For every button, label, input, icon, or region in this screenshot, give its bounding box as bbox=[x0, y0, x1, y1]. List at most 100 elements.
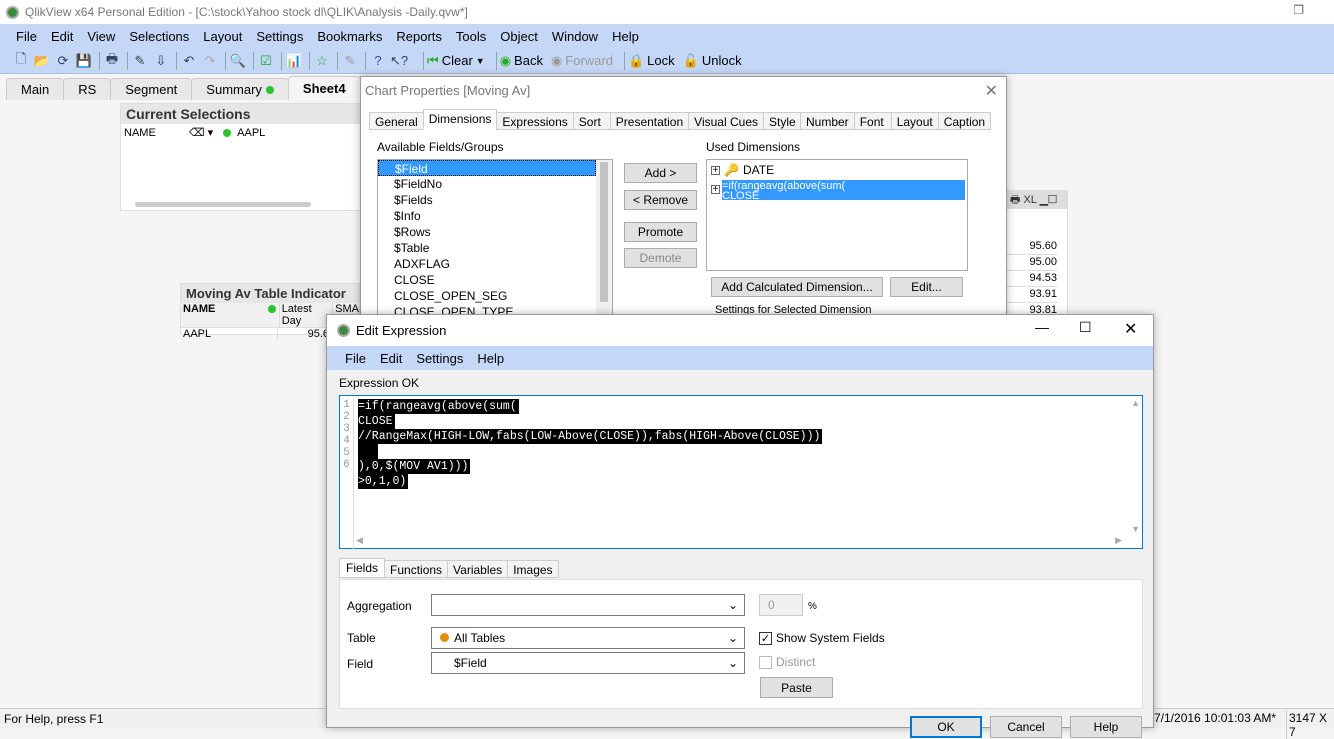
redo-icon[interactable]: ↷ bbox=[201, 52, 219, 70]
list-item[interactable]: $FieldNo bbox=[378, 176, 612, 192]
tab-dimensions[interactable]: Dimensions bbox=[422, 109, 498, 130]
menu-tools[interactable]: Tools bbox=[456, 29, 486, 44]
promote-button[interactable]: Promote bbox=[624, 222, 697, 242]
open-icon[interactable]: 📂 bbox=[33, 52, 51, 70]
tab-images[interactable]: Images bbox=[507, 560, 559, 578]
eraser-icon[interactable]: ⌫ ▾ bbox=[189, 126, 213, 139]
tab-summary[interactable]: Summary bbox=[191, 78, 289, 100]
paste-button[interactable]: Paste bbox=[760, 677, 833, 698]
tab-sort[interactable]: Sort bbox=[572, 112, 611, 130]
menu-help[interactable]: Help bbox=[477, 351, 504, 366]
tab-fields[interactable]: Fields bbox=[339, 558, 386, 578]
reload-icon[interactable]: ⟳ bbox=[54, 52, 72, 70]
tab-functions[interactable]: Functions bbox=[384, 560, 449, 578]
tab-variables[interactable]: Variables bbox=[447, 560, 509, 578]
new-icon[interactable]: 🗋 bbox=[12, 51, 30, 70]
show-system-fields-checkbox[interactable]: ✓ Show System Fields bbox=[759, 631, 885, 645]
save-icon[interactable]: 💾 bbox=[75, 52, 93, 70]
tab-main[interactable]: Main bbox=[6, 78, 65, 100]
count-input[interactable]: 0 bbox=[759, 594, 803, 616]
list-item[interactable]: ADXFLAG bbox=[378, 256, 612, 272]
dimension-item-date[interactable]: + 🔑 DATE bbox=[707, 160, 967, 180]
list-item[interactable]: $Rows bbox=[378, 224, 612, 240]
chart-icon[interactable]: 📊 bbox=[285, 52, 303, 70]
tab-rs[interactable]: RS bbox=[63, 78, 112, 100]
add-button[interactable]: Add > bbox=[624, 163, 697, 183]
ok-button[interactable]: OK bbox=[910, 716, 982, 738]
menu-layout[interactable]: Layout bbox=[203, 29, 242, 44]
menu-settings[interactable]: Settings bbox=[416, 351, 463, 366]
help-icon[interactable]: ? bbox=[369, 52, 387, 70]
clear-button[interactable]: ⏮ Clear ▼ bbox=[427, 53, 485, 69]
vertical-scrollbar[interactable] bbox=[596, 160, 612, 318]
context-help-icon[interactable]: ↖? bbox=[390, 52, 408, 70]
tab-visual-cues[interactable]: Visual Cues bbox=[688, 112, 764, 130]
maximize-icon[interactable]: ☐ bbox=[1079, 319, 1092, 336]
close-icon[interactable]: ✕ bbox=[1124, 319, 1137, 339]
minimize-icon[interactable]: ▁ bbox=[1040, 194, 1048, 206]
maximize-icon[interactable]: ☐ bbox=[1048, 194, 1057, 206]
forward-button[interactable]: ◉ Forward bbox=[551, 53, 613, 69]
list-item[interactable]: $Field bbox=[378, 160, 596, 176]
tab-presentation[interactable]: Presentation bbox=[609, 112, 690, 130]
help-button[interactable]: Help bbox=[1070, 716, 1142, 738]
tab-general[interactable]: General bbox=[369, 112, 424, 130]
field-select[interactable]: $Field ⌄ bbox=[431, 652, 745, 674]
expand-icon[interactable]: + bbox=[711, 185, 720, 195]
menu-view[interactable]: View bbox=[87, 29, 115, 44]
horizontal-scrollbar[interactable] bbox=[135, 202, 311, 207]
tab-layout[interactable]: Layout bbox=[890, 112, 939, 130]
list-item[interactable]: CLOSE bbox=[378, 272, 612, 288]
list-item[interactable]: CLOSE_OPEN_SEG bbox=[378, 288, 612, 304]
menu-selections[interactable]: Selections bbox=[129, 29, 189, 44]
tab-segment[interactable]: Segment bbox=[110, 78, 193, 100]
search-icon[interactable]: 🔍 bbox=[229, 52, 247, 70]
tab-number[interactable]: Number bbox=[800, 112, 855, 130]
print-icon[interactable]: 🖶 bbox=[1010, 194, 1020, 206]
list-item[interactable]: $Fields bbox=[378, 192, 612, 208]
restore-icon[interactable]: ❐ bbox=[1293, 3, 1304, 17]
xl-button[interactable]: XL bbox=[1023, 194, 1036, 206]
tab-sheet4[interactable]: Sheet4 bbox=[287, 76, 361, 100]
lock-button[interactable]: 🔒 Lock bbox=[628, 53, 675, 69]
vertical-scrollbar[interactable]: ▲ ▼ bbox=[1131, 398, 1140, 534]
add-calculated-dimension-button[interactable]: Add Calculated Dimension... bbox=[711, 277, 883, 297]
available-fields-list[interactable]: $Field $FieldNo $Fields $Info $Rows $Tab… bbox=[377, 159, 613, 319]
menu-object[interactable]: Object bbox=[500, 29, 538, 44]
undo-icon[interactable]: ↶ bbox=[180, 52, 198, 70]
menu-window[interactable]: Window bbox=[552, 29, 598, 44]
tab-style[interactable]: Style bbox=[763, 112, 801, 130]
print-icon[interactable]: 🖶 bbox=[103, 51, 121, 70]
menu-reports[interactable]: Reports bbox=[396, 29, 442, 44]
back-button[interactable]: ◉ Back bbox=[500, 53, 543, 69]
close-icon[interactable]: ✕ bbox=[985, 81, 998, 101]
menu-file[interactable]: File bbox=[345, 351, 366, 366]
minimize-icon[interactable]: — bbox=[1035, 319, 1049, 335]
menu-edit[interactable]: Edit bbox=[51, 29, 73, 44]
cancel-button[interactable]: Cancel bbox=[990, 716, 1062, 738]
list-item[interactable]: $Info bbox=[378, 208, 612, 224]
demote-button[interactable]: Demote bbox=[624, 248, 697, 268]
unlock-button[interactable]: 🔓 Unlock bbox=[683, 53, 742, 69]
tab-caption[interactable]: Caption bbox=[937, 112, 992, 130]
menu-settings[interactable]: Settings bbox=[256, 29, 303, 44]
star-icon[interactable]: ☆ bbox=[313, 52, 331, 70]
expression-editor[interactable]: 123456 =if(rangeavg(above(sum( CLOSE //R… bbox=[339, 395, 1143, 549]
reload-data-icon[interactable]: ⇩ bbox=[152, 52, 170, 70]
aggregation-select[interactable]: ⌄ bbox=[431, 594, 745, 616]
dimension-item-calculated[interactable]: + =if(rangeavg(above(sum( CLOSE bbox=[707, 180, 967, 200]
expand-icon[interactable]: + bbox=[711, 165, 720, 175]
tab-font[interactable]: Font bbox=[853, 112, 892, 130]
col-name[interactable]: NAME bbox=[181, 303, 268, 327]
distinct-checkbox[interactable]: Distinct bbox=[759, 655, 815, 669]
checkbox-icon[interactable]: ☑ bbox=[257, 52, 275, 70]
list-item[interactable]: $Table bbox=[378, 240, 612, 256]
table-select[interactable]: All Tables ⌄ bbox=[431, 627, 745, 649]
menu-help[interactable]: Help bbox=[612, 29, 639, 44]
col-latest-day[interactable]: Latest Day bbox=[278, 303, 332, 327]
menu-bookmarks[interactable]: Bookmarks bbox=[317, 29, 382, 44]
horizontal-scrollbar[interactable]: ◀ ▶ bbox=[356, 535, 1122, 546]
used-dimensions-list[interactable]: + 🔑 DATE + =if(rangeavg(above(sum( CLOSE bbox=[706, 159, 968, 271]
edit-script-icon[interactable]: ✎ bbox=[131, 52, 149, 70]
menu-edit[interactable]: Edit bbox=[380, 351, 402, 366]
